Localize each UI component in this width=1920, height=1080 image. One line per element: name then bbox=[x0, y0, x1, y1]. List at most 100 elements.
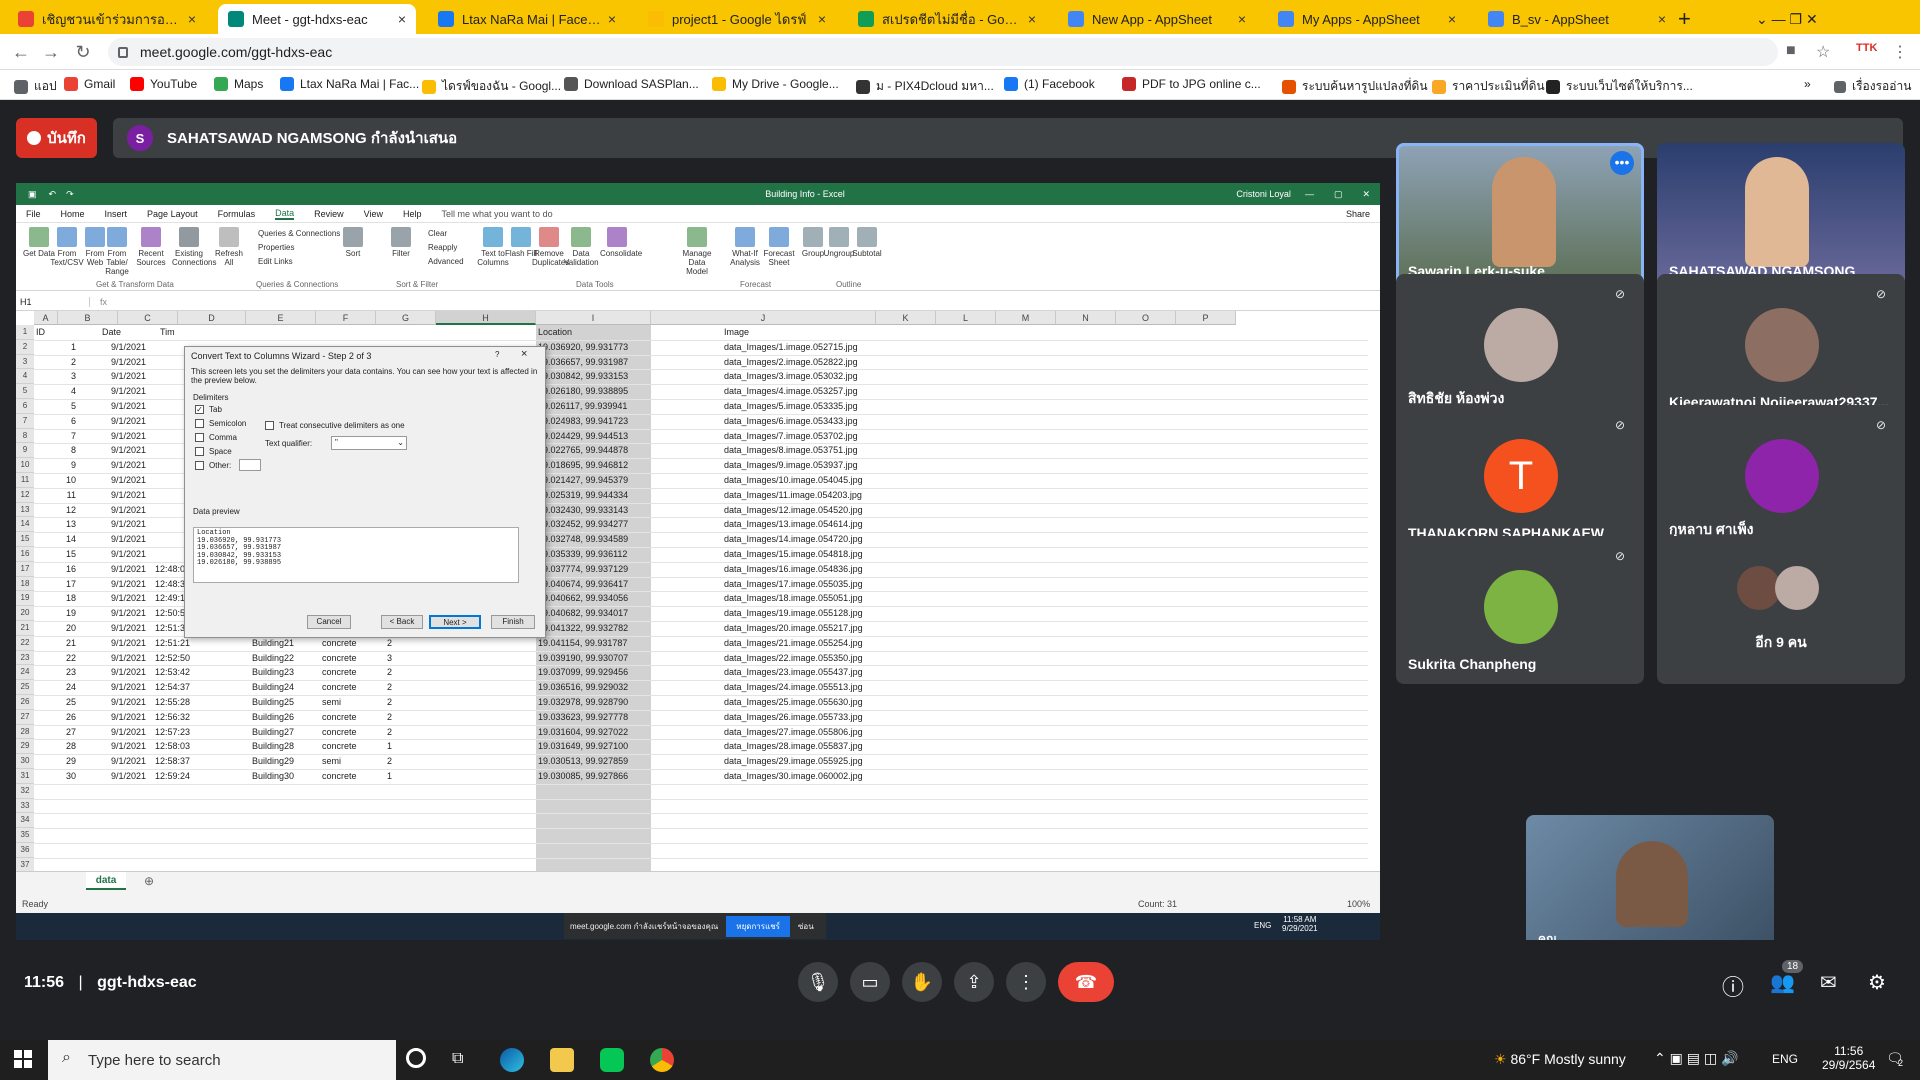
row-header: 36 bbox=[16, 843, 34, 858]
more-options-icon[interactable]: ••• bbox=[1610, 151, 1634, 175]
reload-icon[interactable]: ↻ bbox=[72, 42, 94, 63]
browser-tab[interactable]: New App - AppSheet × bbox=[1058, 4, 1256, 34]
bookmark-item[interactable]: Download SASPlan... bbox=[564, 77, 699, 91]
row-header: 34 bbox=[16, 813, 34, 829]
present-button[interactable]: ⇪ bbox=[954, 962, 994, 1002]
bookmark-icon bbox=[422, 79, 436, 94]
taskbar-search[interactable]: ⌕ Type here to search bbox=[48, 1040, 396, 1080]
tab-close-icon[interactable]: × bbox=[188, 11, 196, 27]
activities-icon[interactable]: ⚙ bbox=[1868, 970, 1886, 995]
file-explorer-icon[interactable] bbox=[550, 1048, 574, 1072]
leave-call-button[interactable]: ☎ bbox=[1058, 962, 1114, 1002]
browser-tab[interactable]: project1 - Google ไดรฟ์ × bbox=[638, 4, 836, 34]
tab-close-icon[interactable]: × bbox=[1238, 11, 1246, 27]
task-view-icon[interactable]: ⧉ bbox=[452, 1050, 463, 1068]
participant-tile[interactable]: ⊘ Kjeerawatnoi Noijeerawat29337... bbox=[1657, 274, 1905, 422]
recording-indicator[interactable]: บันทึก bbox=[16, 118, 97, 158]
participant-tile[interactable]: ⊘ Sukrita Chanpheng bbox=[1396, 536, 1644, 684]
people-icon[interactable]: 👥 bbox=[1770, 970, 1795, 995]
column-header: J bbox=[651, 311, 876, 325]
row-header: 3 bbox=[16, 354, 34, 370]
bookmark-item[interactable]: PDF to JPG online c... bbox=[1122, 77, 1261, 91]
browser-tab[interactable]: My Apps - AppSheet × bbox=[1268, 4, 1466, 34]
table-cell-fl: 2 bbox=[386, 682, 392, 693]
tab-close-icon[interactable]: × bbox=[1448, 11, 1456, 27]
bookmark-item[interactable]: My Drive - Google... bbox=[712, 77, 839, 91]
bookmark-item[interactable]: Gmail bbox=[64, 77, 115, 91]
camera-icon[interactable]: ■ bbox=[1786, 42, 1796, 60]
bookmark-item[interactable]: ระบบค้นหารูปแปลงที่ดิน bbox=[1282, 77, 1428, 96]
browser-tab[interactable]: Ltax NaRa Mai | Facebook × bbox=[428, 4, 626, 34]
participant-tile[interactable]: อีก 9 คน bbox=[1657, 536, 1905, 684]
record-dot-icon bbox=[27, 131, 42, 145]
bookmark-icon bbox=[1546, 79, 1560, 94]
camera-button[interactable]: ▭ bbox=[850, 962, 890, 1002]
browser-tab[interactable]: สเปรดชีตไม่มีชื่อ - Google ชีต × bbox=[848, 4, 1046, 34]
bookmark-item[interactable]: (1) Facebook bbox=[1004, 77, 1095, 91]
tab-close-icon[interactable]: × bbox=[818, 11, 826, 27]
table-cell-id: 28 bbox=[65, 741, 76, 752]
tab-close-icon[interactable]: × bbox=[1028, 11, 1036, 27]
browser-tab[interactable]: เชิญชวนเข้าร่วมการอบรมเชิงปฏิบัติการ × bbox=[8, 4, 206, 34]
more-options-button[interactable]: ⋮ bbox=[1006, 962, 1046, 1002]
bookmark-item[interactable]: Ltax NaRa Mai | Fac... bbox=[280, 77, 419, 91]
excel-status-bar: Ready Count: 31 100% bbox=[16, 895, 1380, 913]
table-cell-loc: 19.022765, 99.944878 bbox=[538, 445, 629, 456]
chat-icon[interactable]: ✉ bbox=[1820, 970, 1837, 995]
forward-icon[interactable]: → bbox=[40, 42, 62, 63]
edge-icon[interactable] bbox=[500, 1048, 524, 1072]
table-cell-time bbox=[134, 369, 190, 384]
tray-icons[interactable]: ⌃ ▣ ▤ ◫ 🔊 bbox=[1654, 1050, 1738, 1067]
raise-hand-button[interactable]: ✋ bbox=[902, 962, 942, 1002]
ribbon-button-label: Consolidate bbox=[600, 249, 643, 258]
participant-tile[interactable]: T ⊘ THANAKORN SAPHANKAEW bbox=[1396, 405, 1644, 553]
consecutive-label: Treat consecutive delimiters as one bbox=[279, 421, 405, 430]
tab-close-icon[interactable]: × bbox=[608, 11, 616, 27]
column-header: D bbox=[178, 311, 246, 325]
participant-name: อีก 9 คน bbox=[1755, 634, 1807, 650]
bookmarks-more[interactable]: » bbox=[1804, 77, 1811, 91]
tab-close-icon[interactable]: × bbox=[1658, 11, 1666, 27]
table-cell-id: 2 bbox=[70, 356, 76, 367]
notification-count: 2 bbox=[1898, 1058, 1904, 1068]
bookmark-item[interactable]: ราคาประเมินที่ดิน bbox=[1432, 77, 1545, 96]
tab-close-icon[interactable]: × bbox=[398, 11, 406, 27]
mic-button[interactable]: 🎙 bbox=[798, 962, 838, 1002]
excel-share-button: Share bbox=[1345, 208, 1370, 219]
table-cell-time: 12:51:33 bbox=[154, 623, 190, 633]
info-icon[interactable]: ⓘ bbox=[1722, 970, 1744, 1002]
bookmark-label: แอป bbox=[34, 79, 57, 93]
participant-tile[interactable]: ⊘ กุหลาบ ศาเพ็ง bbox=[1657, 405, 1905, 553]
participant-tile[interactable]: ••• Sawarin Lerk-u-suke bbox=[1396, 143, 1644, 291]
participant-tile[interactable]: SAHATSAWAD NGAMSONG bbox=[1657, 143, 1905, 291]
clock[interactable]: 11:56 29/9/2564 bbox=[1822, 1044, 1875, 1072]
browser-tab[interactable]: Meet - ggt-hdxs-eac × bbox=[218, 4, 416, 34]
save-icon: ▣ bbox=[28, 188, 37, 199]
bookmark-item[interactable]: ไดรฟ์ของฉัน - Googl... bbox=[422, 77, 561, 96]
participant-tile[interactable]: ⊘ สิทธิชัย ห้องพ่วง bbox=[1396, 274, 1644, 422]
bookmark-item[interactable]: YouTube bbox=[130, 77, 197, 91]
profile-icon[interactable]: TTK bbox=[1856, 42, 1877, 54]
line-icon[interactable] bbox=[600, 1048, 624, 1072]
bookmark-item[interactable]: Maps bbox=[214, 77, 263, 91]
bookmark-item[interactable]: ม - PIX4Dcloud มหา... bbox=[856, 77, 994, 96]
bookmark-item[interactable]: แอป bbox=[14, 77, 57, 96]
grid-line bbox=[34, 783, 1368, 785]
bookmark-label: Ltax NaRa Mai | Fac... bbox=[300, 77, 420, 91]
cortana-icon[interactable] bbox=[406, 1048, 426, 1068]
reading-list[interactable]: เรื่องรออ่าน bbox=[1834, 77, 1911, 96]
table-cell-time: 12:53:42 bbox=[154, 667, 190, 678]
back-icon[interactable]: ← bbox=[10, 42, 32, 63]
bookmark-item[interactable]: ระบบเว็บไซต์ให้บริการ... bbox=[1546, 77, 1693, 96]
chrome-icon[interactable] bbox=[650, 1048, 674, 1072]
browser-tab[interactable]: B_sv - AppSheet × bbox=[1478, 4, 1676, 34]
tray-language[interactable]: ENG bbox=[1772, 1052, 1798, 1066]
new-tab-icon[interactable]: + bbox=[1668, 4, 1701, 34]
address-bar[interactable]: meet.google.com/ggt-hdxs-eac bbox=[108, 38, 1778, 66]
windows-start-icon[interactable] bbox=[14, 1050, 32, 1068]
bookmark-star-icon[interactable]: ☆ bbox=[1816, 42, 1830, 62]
excel-menu-item: Home bbox=[60, 208, 85, 219]
menu-icon[interactable]: ⋮ bbox=[1892, 42, 1908, 62]
window-controls[interactable]: ⌄ — ❐ ✕ bbox=[1746, 4, 1916, 34]
weather[interactable]: ☀ 86°F Mostly sunny bbox=[1494, 1051, 1626, 1068]
